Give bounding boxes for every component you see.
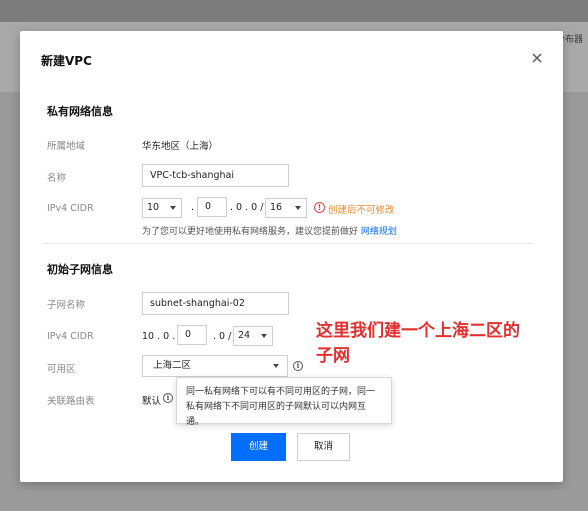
vpc-section-title: 私有网络信息 [47,105,113,118]
subnet-cidr-prefix: 10 . 0 . [142,331,176,342]
vpc-cidr-label: IPv4 CIDR [47,203,94,214]
subnet-cidr-label: IPv4 CIDR [47,331,94,342]
vpc-cidr-octet1-value: 10 [147,202,160,213]
create-button[interactable]: 创建 [231,433,286,461]
close-icon[interactable] [529,50,545,66]
vpc-cidr-mask-select[interactable]: 16 [265,198,307,218]
subnet-name-label: 子网名称 [47,300,86,311]
subnet-cidr-octet3-input[interactable]: 0 [177,325,207,345]
annotation-line-1: 这里我们建一个上海二区的 [316,321,520,341]
zone-value: 上海二区 [153,360,192,371]
subnet-section-title: 初始子网信息 [47,263,113,276]
region-label: 所属地域 [47,141,86,152]
network-planning-link[interactable]: 网络规划 [361,227,397,237]
planning-hint-text: 为了您可以更好地使用私有网络服务，建议您提前做好 [142,227,359,237]
cidr-warning-text: 创建后不可修改 [328,205,395,216]
new-vpc-dialog: 新建VPC 私有网络信息 所属地域 华东地区（上海） 名称 VPC-tcb-sh… [20,31,563,482]
info-icon[interactable]: i [163,393,173,403]
subnet-cidr-mask-select[interactable]: 24 [233,326,273,346]
red-annotation: 这里我们建一个上海二区的 子网 [316,319,556,369]
zone-select[interactable]: 上海二区 [142,355,288,377]
chevron-down-icon [295,206,301,210]
zone-tooltip: 同一私有网络下可以有不同可用区的子网，同一私有网络下不同可用区的子网默认可以内网… [176,377,392,427]
warning-icon: ! [314,202,325,213]
subnet-cidr-mid: . 0 / [213,331,232,342]
zone-label: 可用区 [47,364,76,375]
vpc-name-input[interactable]: VPC-tcb-shanghai [142,164,289,187]
chevron-down-icon [273,364,279,368]
subnet-cidr-mask-value: 24 [238,330,251,341]
info-icon[interactable]: i [293,361,303,371]
vpc-cidr-dot: . [191,202,195,213]
chevron-down-icon [261,334,267,338]
subnet-name-input[interactable]: subnet-shanghai-02 [142,292,289,315]
region-value: 华东地区（上海） [142,141,219,152]
vpc-cidr-octet1-select[interactable]: 10 [142,198,182,218]
section-divider [42,243,534,244]
planning-hint: 为了您可以更好地使用私有网络服务，建议您提前做好 网络规划 [142,224,397,237]
vpc-cidr-mask-value: 16 [270,202,283,213]
dialog-title: 新建VPC [41,54,92,68]
route-table-label: 关联路由表 [47,396,95,407]
vpc-name-label: 名称 [47,173,67,184]
annotation-line-2: 子网 [316,346,350,366]
route-table-value: 默认 [142,396,162,407]
vpc-cidr-suffix: . 0 . 0 / [230,202,264,213]
vpc-cidr-octet2-input[interactable]: 0 [197,197,227,217]
chevron-down-icon [170,206,176,210]
backdrop-top-strip [0,0,588,22]
cancel-button[interactable]: 取消 [297,433,350,461]
